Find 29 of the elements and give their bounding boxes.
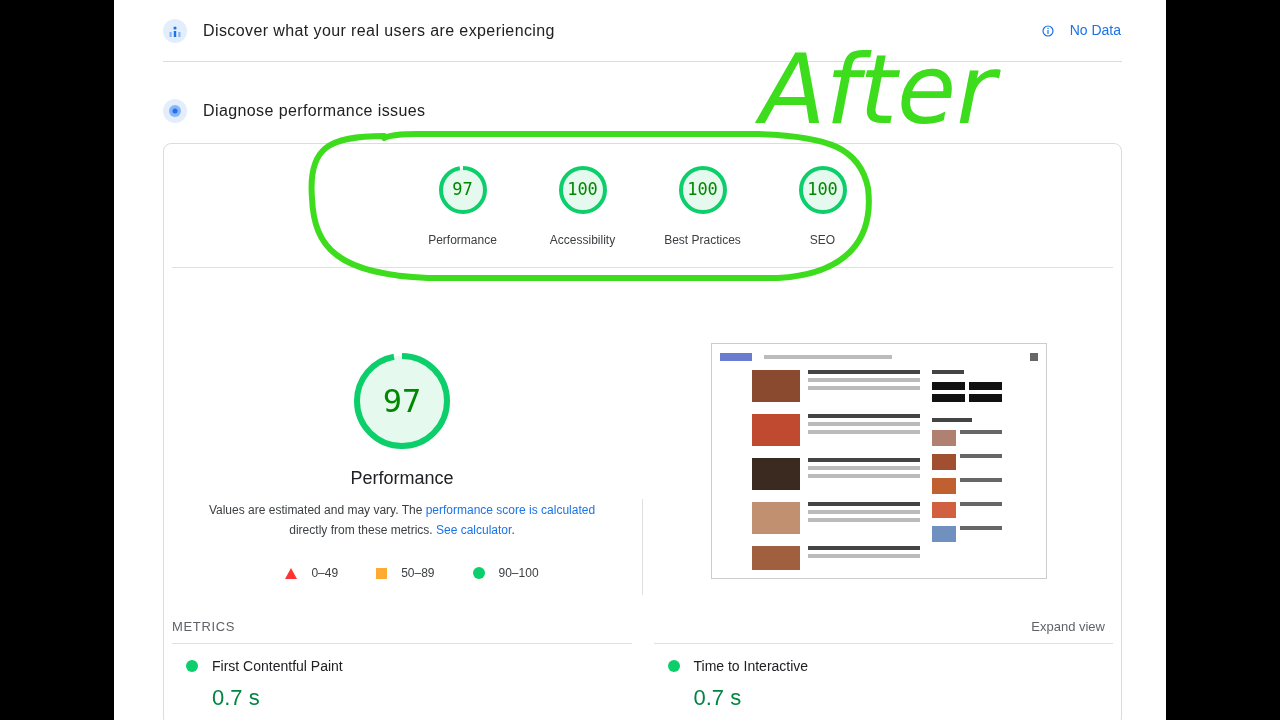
link[interactable]: See calculator [436,523,512,537]
score-value: 97 [451,178,474,202]
category-label[interactable]: Accessibility [549,231,616,249]
metric-value: 0.7 s [693,683,743,712]
link[interactable]: performance score is calculated [425,503,596,517]
gauge-icon [163,98,187,123]
metric-name: Time to Interactive [693,656,809,676]
score-value: 100 [806,178,839,202]
handwritten-annotation: After [744,30,1012,150]
metric-value: 0.7 s [212,683,261,712]
expand-view-button[interactable]: Expand view [1031,617,1105,637]
section-title: Diagnose performance issues [203,100,426,121]
metrics-heading: METRICS [172,618,236,636]
score-value: 100 [566,178,599,202]
score-value: 100 [686,178,719,202]
metric-name: First Contentful Paint [212,656,343,676]
score-value: 97 [381,381,423,422]
status-link[interactable]: No Data [1069,20,1121,41]
legend-range: 0–49 [311,565,339,582]
category-label[interactable]: Best Practices [664,231,741,249]
info-icon [1041,24,1054,37]
category-label[interactable]: SEO [809,231,836,249]
gauge-title: Performance [350,467,454,490]
section-title: Discover what your real users are experiencing [203,20,555,41]
category-label[interactable]: Performance [428,231,497,249]
description-text: Values are estimated and may vary. The performance score is calculated directly from these metrics. See calculator. [207,502,597,539]
legend-range: 90–100 [498,565,539,582]
legend-range: 50–89 [401,565,435,582]
users-icon [163,18,187,43]
